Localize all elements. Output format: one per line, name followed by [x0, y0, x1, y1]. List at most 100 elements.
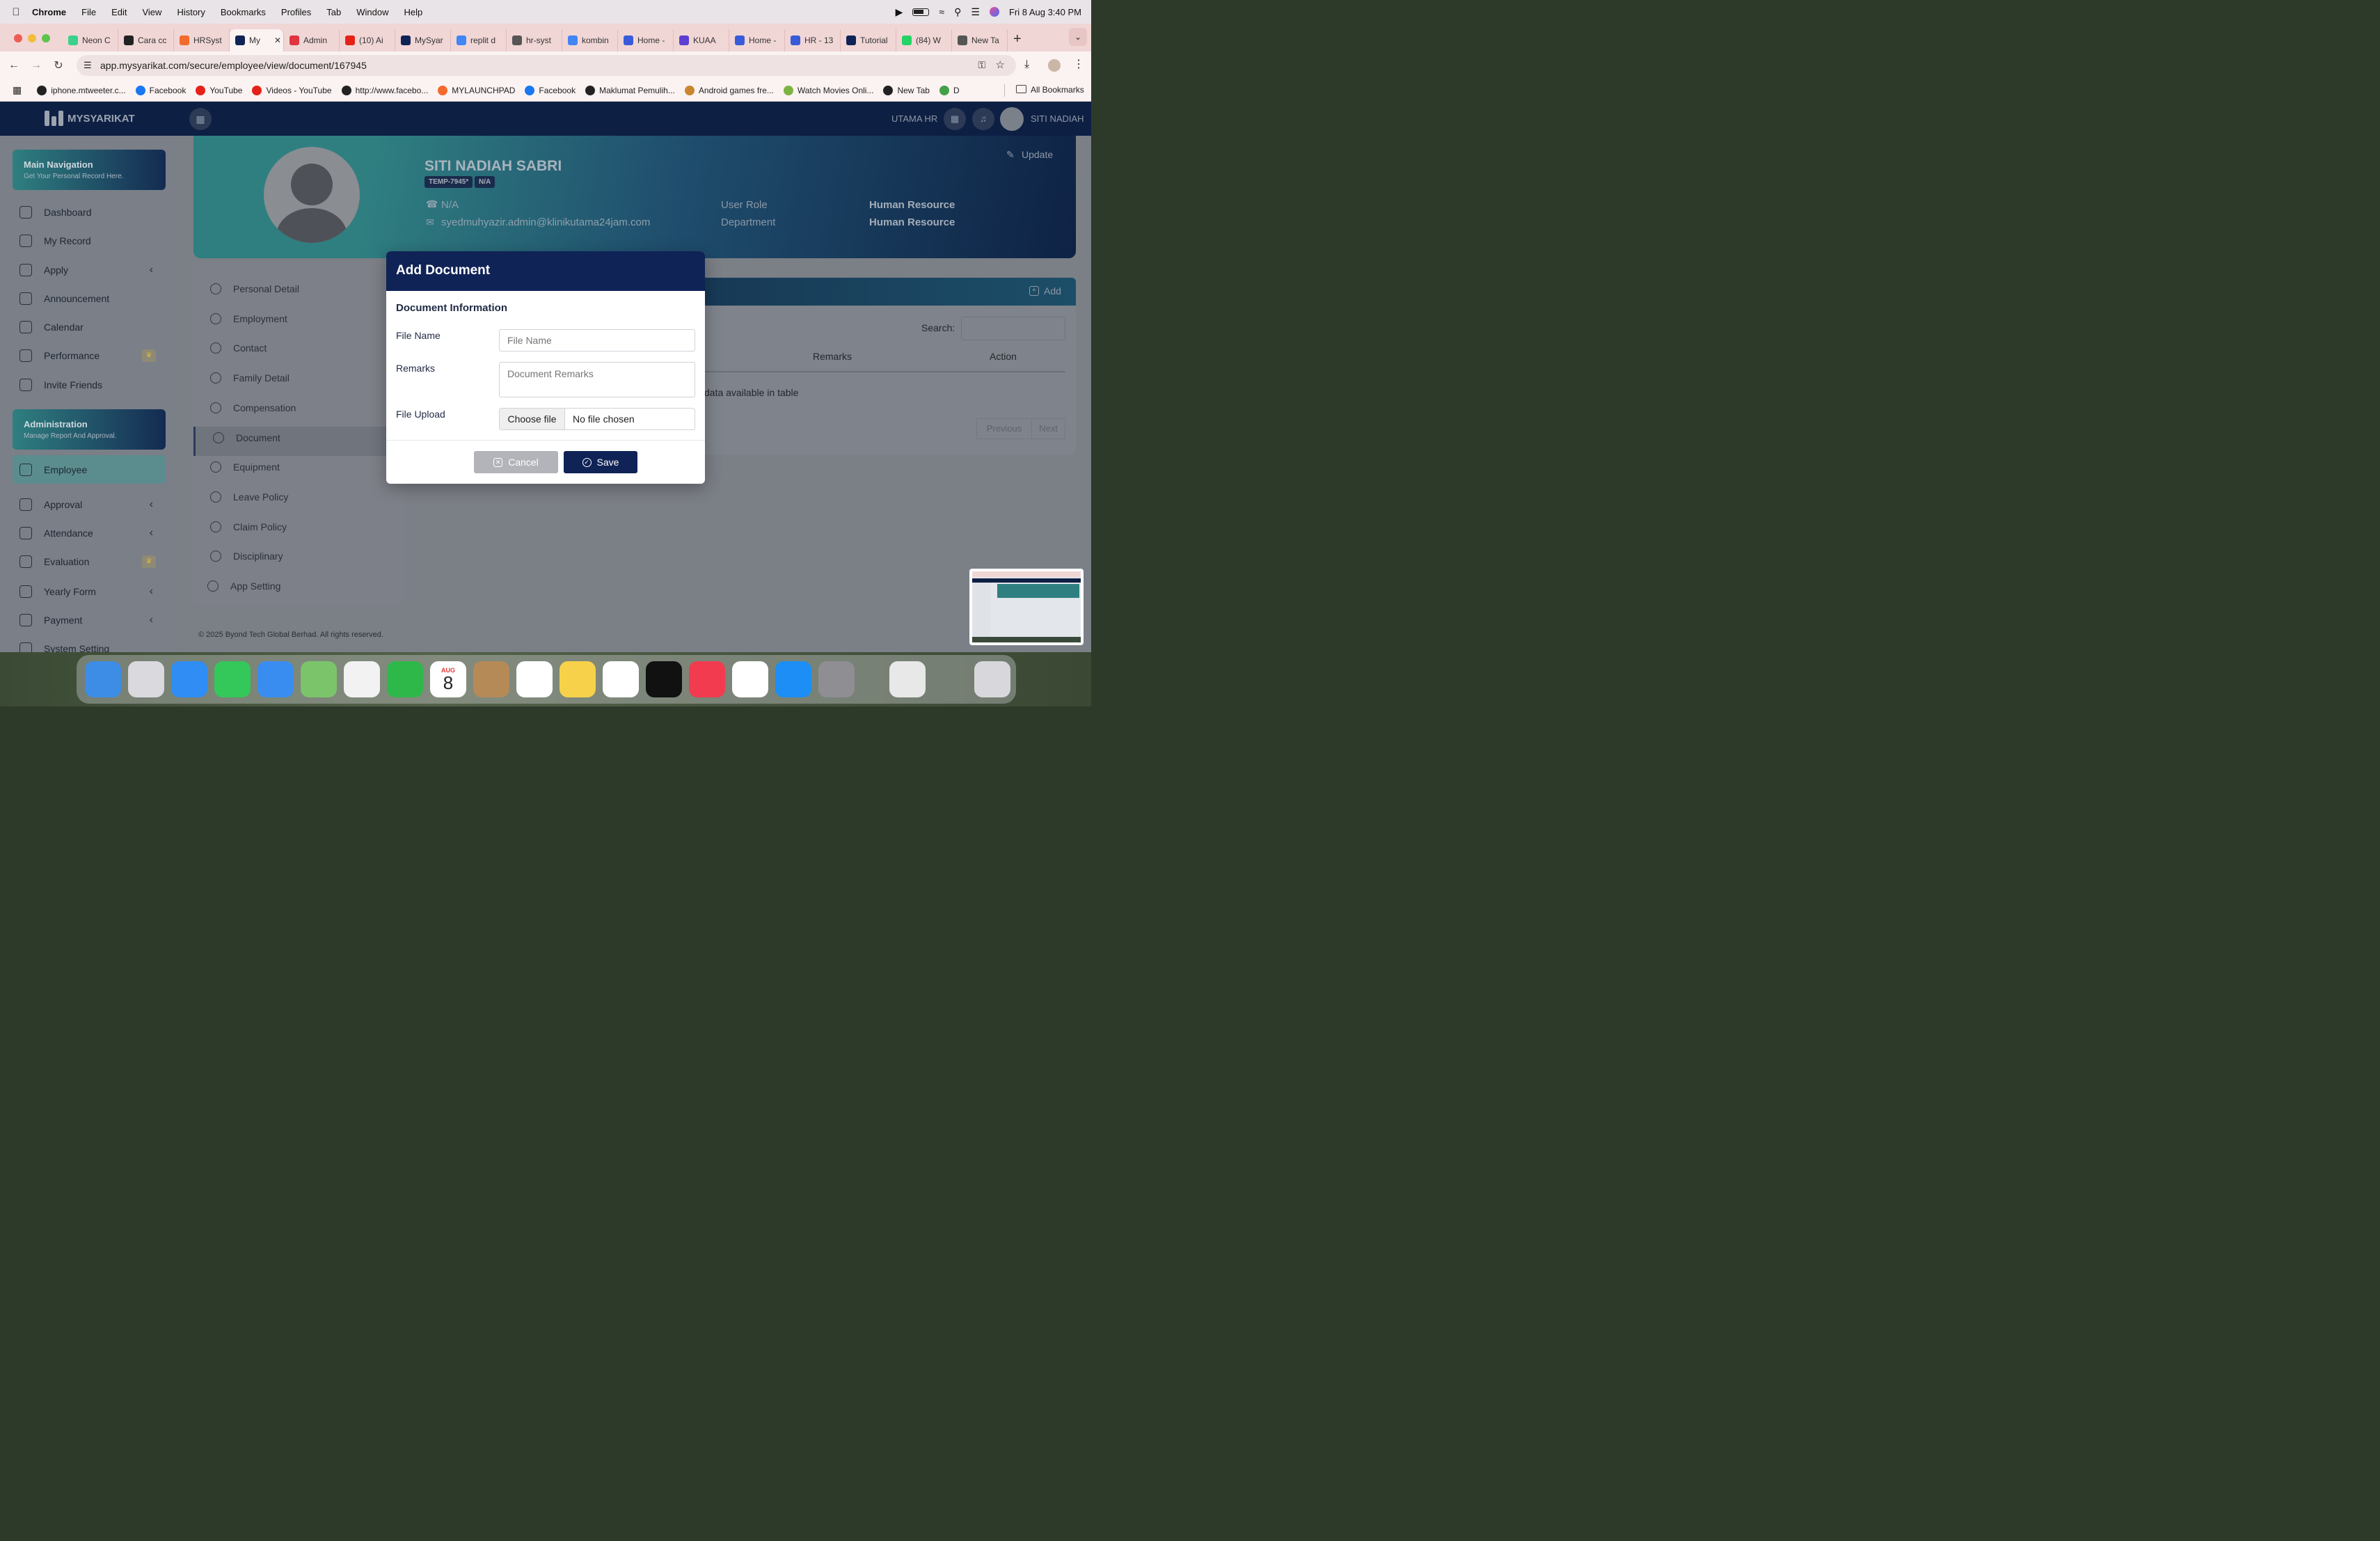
column-remarks[interactable]: Remarks [813, 351, 852, 362]
sidebar-item-attendance[interactable]: Attendance ‹ [19, 523, 159, 544]
app-grid-icon[interactable]: ▦ [189, 108, 212, 130]
menubar-clock[interactable]: Fri 8 Aug 3:40 PM [1009, 7, 1081, 17]
bookmark-item[interactable]: Maklumat Pemulih... [585, 85, 675, 95]
photos-dock-icon[interactable] [344, 661, 380, 697]
bookmark-item[interactable]: http://www.facebo... [341, 85, 428, 95]
chevron-left-icon[interactable]: ‹ [150, 498, 153, 511]
zoom-window-button[interactable] [42, 34, 50, 42]
all-bookmarks-link[interactable]: All Bookmarks [1031, 85, 1084, 95]
wifi-icon[interactable]: ≈ [939, 6, 944, 17]
company-name[interactable]: UTAMA HR [891, 113, 937, 124]
tab[interactable]: Neon C [63, 29, 118, 52]
mail-dock-icon[interactable] [257, 661, 294, 697]
back-icon[interactable]: ← [3, 59, 25, 72]
apple-tv-dock-icon[interactable] [646, 661, 682, 697]
profile-tab-contact[interactable]: Contact [210, 338, 267, 358]
tab[interactable]: HR - 13 [785, 29, 841, 52]
previous-page-button[interactable]: Previous [976, 418, 1032, 439]
minimize-window-button[interactable] [28, 34, 36, 42]
close-window-button[interactable] [14, 34, 22, 42]
profile-tab-disciplinary[interactable]: Disciplinary [210, 546, 283, 567]
url-text[interactable]: app.mysyarikat.com/secure/employee/view/… [100, 60, 367, 71]
menu-app-name[interactable]: Chrome [32, 7, 66, 17]
messages-dock-icon[interactable] [214, 661, 251, 697]
tab[interactable]: Cara cc [118, 29, 174, 52]
sidebar-item-apply[interactable]: Apply ‹ [19, 260, 159, 280]
remarks-textarea[interactable] [499, 362, 695, 397]
sidebar-item-evaluation[interactable]: Evaluation ♛ [19, 551, 159, 572]
user-avatar[interactable] [1000, 107, 1024, 131]
chrome-menu-icon[interactable]: ⋮ [1073, 57, 1084, 71]
cancel-button[interactable]: ✕ Cancel [474, 451, 558, 473]
column-action[interactable]: Action [990, 351, 1017, 362]
siri-icon[interactable] [989, 7, 999, 17]
add-document-icon[interactable]: + [1029, 286, 1039, 296]
menu-history[interactable]: History [177, 7, 205, 17]
trash-dock-icon[interactable] [974, 661, 1010, 697]
sidebar-item-employee[interactable]: Employee [19, 459, 159, 480]
bookmark-star-icon[interactable]: ☆ [996, 58, 1005, 71]
profile-tab-personal-detail[interactable]: Personal Detail [210, 278, 299, 299]
site-info-icon[interactable]: ☰ [84, 60, 92, 71]
menu-help[interactable]: Help [404, 7, 423, 17]
sidebar-item-my-record[interactable]: My Record [19, 230, 159, 251]
next-page-button[interactable]: Next [1031, 418, 1065, 439]
choose-file-button[interactable]: Choose file [500, 409, 565, 429]
pdf-document-dock-icon[interactable] [889, 661, 926, 697]
facetime-dock-icon[interactable] [387, 661, 423, 697]
tab[interactable]: kombin [562, 29, 618, 52]
music-dock-icon[interactable] [689, 661, 725, 697]
profile-tab-compensation[interactable]: Compensation [210, 397, 296, 418]
menu-file[interactable]: File [81, 7, 96, 17]
profile-avatar-icon[interactable] [1048, 59, 1061, 72]
launchpad-dock-icon[interactable] [128, 661, 164, 697]
new-tab-icon[interactable]: + [1013, 31, 1022, 47]
sidebar-item-announcement[interactable]: Announcement [19, 288, 159, 309]
tab[interactable]: Home - [729, 29, 785, 52]
bookmark-item[interactable]: Facebook [135, 85, 186, 95]
reminders-dock-icon[interactable] [516, 661, 553, 697]
sidebar-item-calendar[interactable]: Calendar [19, 317, 159, 338]
sidebar-item-performance[interactable]: Performance ♛ [19, 345, 159, 366]
download-icon[interactable]: ⤓ [1024, 58, 1029, 71]
tab[interactable]: Tutorial [841, 29, 896, 52]
tab[interactable]: HRSyst [174, 29, 230, 52]
bookmark-item[interactable]: D [939, 85, 960, 95]
menu-window[interactable]: Window [356, 7, 388, 17]
sidebar-item-dashboard[interactable]: Dashboard [19, 202, 159, 223]
address-bar[interactable]: ☰ app.mysyarikat.com/secure/employee/vie… [77, 55, 1016, 76]
window-preview-thumbnail[interactable] [969, 569, 1084, 645]
bookmark-item[interactable]: Videos - YouTube [252, 85, 332, 95]
notes-dock-icon[interactable] [560, 661, 596, 697]
tab[interactable]: Home - [618, 29, 674, 52]
battery-icon[interactable] [912, 8, 930, 16]
chevron-left-icon[interactable]: ‹ [150, 527, 153, 539]
control-center-icon[interactable]: ☰ [971, 6, 980, 18]
search-input[interactable] [961, 317, 1065, 340]
close-tab-icon[interactable]: ✕ [274, 35, 281, 45]
menu-profiles[interactable]: Profiles [281, 7, 311, 17]
profile-tab-document[interactable]: Document [213, 427, 280, 448]
chevron-left-icon[interactable]: ‹ [150, 614, 153, 626]
sidebar-item-yearly-form[interactable]: Yearly Form ‹ [19, 581, 159, 602]
user-name[interactable]: SITI NADIAH [1031, 113, 1084, 124]
calendar-dock-icon[interactable]: AUG 8 [430, 661, 466, 697]
system-settings-dock-icon[interactable] [818, 661, 855, 697]
file-name-input[interactable] [499, 329, 695, 351]
update-button[interactable]: Update [1022, 149, 1053, 160]
sidebar-item-invite-friends[interactable]: Invite Friends [19, 374, 159, 395]
forward-icon[interactable]: → [25, 59, 47, 72]
menu-tab[interactable]: Tab [326, 7, 341, 17]
bookmark-item[interactable]: New Tab [883, 85, 930, 95]
sidebar-item-payment[interactable]: Payment ‹ [19, 610, 159, 631]
save-button[interactable]: ✓ Save [564, 451, 637, 473]
sidebar-item-approval[interactable]: Approval ‹ [19, 494, 159, 515]
apple-menu-icon[interactable]:  [0, 6, 32, 18]
company-switch-icon[interactable]: ▦ [944, 108, 966, 130]
contacts-dock-icon[interactable] [473, 661, 509, 697]
tab[interactable]: (10) Ai [340, 29, 395, 52]
profile-tab-leave-policy[interactable]: Leave Policy [210, 487, 288, 507]
profile-tab-claim-policy[interactable]: Claim Policy [210, 516, 287, 537]
tab[interactable]: hr-syst [507, 29, 562, 52]
menu-view[interactable]: View [142, 7, 161, 17]
